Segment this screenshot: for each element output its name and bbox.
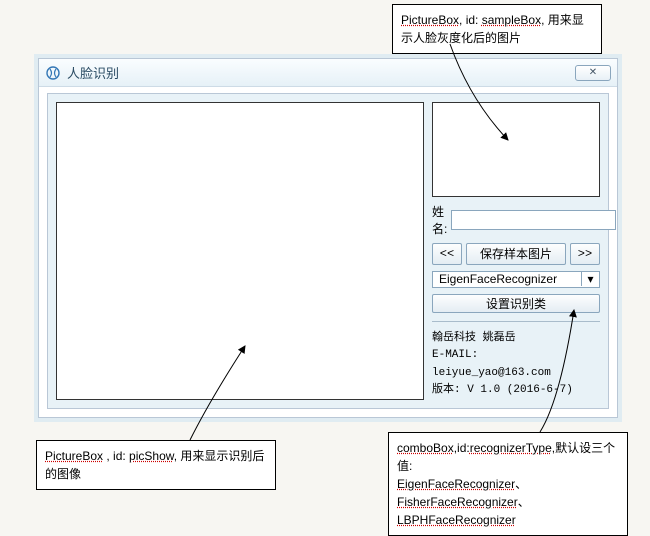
name-row: 姓名:: [432, 203, 600, 237]
close-icon: ✕: [589, 67, 597, 78]
recognizer-type-combobox[interactable]: EigenFaceRecognizer ▾: [432, 271, 600, 288]
next-sample-button[interactable]: >>: [570, 243, 600, 265]
info-version: 版本: V 1.0 (2016-6-7): [432, 382, 600, 400]
save-sample-button[interactable]: 保存样本图片: [466, 243, 566, 265]
sample-buttons-row: << 保存样本图片 >>: [432, 243, 600, 265]
callout-text: PictureBox: [401, 13, 459, 27]
combobox-selected-value: EigenFaceRecognizer: [433, 272, 581, 286]
app-icon: [45, 65, 61, 81]
window-title: 人脸识别: [67, 63, 119, 82]
picshow-picturebox: [56, 102, 424, 400]
divider: [432, 321, 600, 322]
app-window: 人脸识别 ✕ 姓名: << 保存样本图片 >> EigenFaceRecogni…: [38, 58, 618, 418]
right-panel: 姓名: << 保存样本图片 >> EigenFaceRecognizer ▾ 设…: [432, 102, 600, 400]
samplebox-picturebox: [432, 102, 600, 197]
client-area: 姓名: << 保存样本图片 >> EigenFaceRecognizer ▾ 设…: [47, 93, 609, 409]
info-block: 翰岳科技 姚磊岳 E-MAIL: leiyue_yao@163.com 版本: …: [432, 330, 600, 400]
name-label: 姓名:: [432, 203, 447, 237]
close-button[interactable]: ✕: [575, 65, 611, 81]
name-input[interactable]: [451, 210, 616, 230]
prev-sample-button[interactable]: <<: [432, 243, 462, 265]
callout-samplebox: PictureBox, id: sampleBox, 用来显示人脸灰度化后的图片: [392, 4, 602, 54]
titlebar: 人脸识别 ✕: [39, 59, 617, 87]
chevron-down-icon: ▾: [581, 272, 599, 286]
callout-picshow: PictureBox , id: picShow, 用来显示识别后的图像: [36, 440, 276, 490]
info-email: E-MAIL: leiyue_yao@163.com: [432, 347, 600, 382]
info-company: 翰岳科技 姚磊岳: [432, 330, 600, 348]
callout-combobox: comboBox,id:recognizerType,默认设三个值: Eigen…: [388, 432, 628, 536]
set-recognizer-button[interactable]: 设置识别类: [432, 294, 600, 313]
